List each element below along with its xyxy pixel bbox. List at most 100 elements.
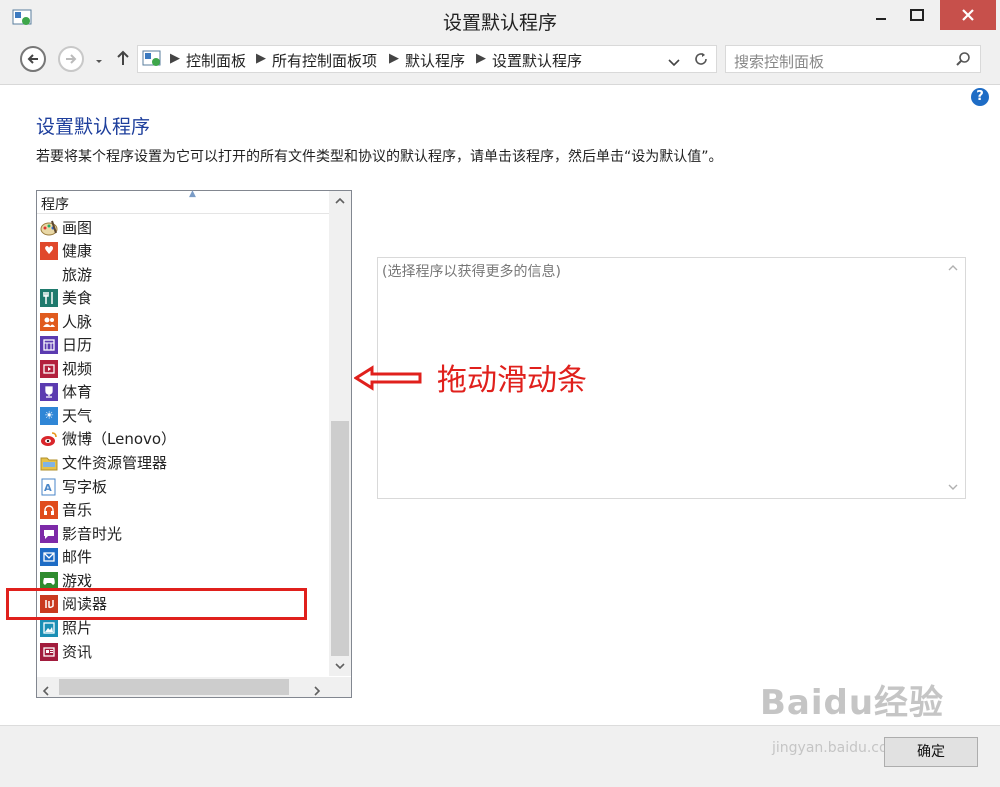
list-item-people[interactable]: 人脉: [40, 310, 325, 333]
list-item-media-time[interactable]: 影音时光: [40, 522, 325, 545]
scroll-left-arrow-icon[interactable]: [41, 682, 51, 701]
list-item-label: 健康: [62, 242, 93, 260]
list-item-news[interactable]: 资讯: [40, 640, 325, 663]
media-icon: [40, 524, 58, 543]
list-item-label: 日历: [62, 336, 93, 354]
list-item-wordpad[interactable]: A 写字板: [40, 475, 325, 498]
window-title: 设置默认程序: [442, 12, 557, 34]
list-item-food[interactable]: 美食: [40, 286, 325, 309]
list-item-label: 旅游: [62, 266, 93, 284]
list-item-label: 文件资源管理器: [62, 454, 168, 472]
breadcrumb-separator-icon: ▶: [170, 51, 180, 66]
annotation-label: 拖动滑动条: [437, 363, 587, 398]
list-item-weibo[interactable]: 微博（Lenovo）: [40, 427, 325, 450]
sun-icon: ☀: [40, 406, 58, 425]
program-column-label[interactable]: 程序: [41, 194, 69, 214]
wordpad-icon: A: [40, 478, 58, 496]
list-item-sports[interactable]: 体育: [40, 380, 325, 403]
search-input[interactable]: 搜索控制面板: [734, 51, 824, 72]
svg-text:A: A: [44, 483, 52, 494]
page-description: 若要将某个程序设置为它可以打开的所有文件类型和协议的默认程序，请单击该程序，然后…: [36, 149, 723, 165]
address-dropdown-button[interactable]: [668, 53, 680, 72]
video-icon: [40, 359, 58, 378]
breadcrumb-separator-icon: ▶: [256, 51, 266, 66]
photos-icon: [40, 618, 58, 637]
calendar-icon: [40, 335, 58, 354]
list-item-weather[interactable]: ☀ 天气: [40, 404, 325, 427]
breadcrumb-control-panel[interactable]: 控制面板: [186, 50, 246, 71]
list-item-file-explorer[interactable]: 文件资源管理器: [40, 451, 325, 474]
list-item-label: 微博（Lenovo）: [62, 430, 177, 448]
program-info-placeholder: (选择程序以获得更多的信息): [382, 264, 561, 280]
refresh-button[interactable]: [693, 51, 709, 71]
trophy-icon: [40, 382, 58, 401]
address-control-panel-icon: [142, 50, 162, 72]
back-button[interactable]: [20, 46, 46, 72]
list-item-video[interactable]: 视频: [40, 357, 325, 380]
breadcrumb-default-programs[interactable]: 默认程序: [405, 50, 465, 71]
breadcrumb-all-items[interactable]: 所有控制面板项: [272, 50, 377, 71]
recent-locations-dropdown[interactable]: [94, 51, 104, 70]
forward-arrow-icon: [66, 54, 77, 64]
paint-icon: [40, 219, 58, 237]
forward-button[interactable]: [58, 46, 84, 72]
close-button[interactable]: [940, 0, 996, 30]
breadcrumb-separator-icon: ▶: [389, 51, 399, 66]
chevron-down-icon: [668, 59, 680, 67]
list-item-label: 邮件: [62, 548, 93, 566]
refresh-icon: [695, 53, 707, 65]
watermark-url: jingyan.baidu.com: [772, 740, 902, 756]
page-title: 设置默认程序: [36, 116, 151, 138]
blank-icon: [40, 266, 58, 284]
info-scroll-up-arrow-icon: [947, 263, 959, 276]
list-item-label: 画图: [62, 219, 93, 237]
help-icon[interactable]: ?: [971, 88, 989, 106]
scrollbar-corner: [329, 677, 351, 697]
scroll-right-arrow-icon[interactable]: [312, 682, 322, 701]
list-item-label: 照片: [62, 619, 93, 637]
dialog-footer: [0, 725, 1000, 787]
list-item-label: 人脉: [62, 313, 93, 331]
people-icon: [40, 312, 58, 331]
list-item-label: 美食: [62, 289, 93, 307]
annotation-arrow-icon: [353, 365, 424, 395]
up-arrow-icon: [117, 50, 129, 65]
list-item-label: 天气: [62, 407, 93, 425]
breadcrumb-separator-icon: ▶: [476, 51, 486, 66]
food-icon: [40, 288, 58, 307]
maximize-button[interactable]: [894, 0, 940, 30]
list-item-paint[interactable]: 画图: [40, 216, 325, 239]
list-item-label: 体育: [62, 383, 93, 401]
sort-ascending-icon: ▲: [189, 189, 196, 199]
search-icon[interactable]: [955, 51, 971, 71]
weibo-icon: [40, 430, 58, 448]
list-vertical-scroll-thumb[interactable]: [331, 421, 349, 656]
list-item-label: 资讯: [62, 643, 93, 661]
breadcrumb-set-default-programs[interactable]: 设置默认程序: [492, 50, 582, 71]
list-horizontal-scroll-thumb[interactable]: [59, 679, 289, 695]
news-icon: [40, 642, 58, 661]
watermark-logo: Baidu经验: [760, 683, 945, 723]
list-item-mail[interactable]: 邮件: [40, 545, 325, 568]
info-scroll-down-arrow-icon: [947, 482, 959, 495]
health-icon: ♥: [40, 241, 58, 260]
program-list-header[interactable]: [37, 191, 329, 214]
list-item-calendar[interactable]: 日历: [40, 333, 325, 356]
list-item-label: 写字板: [62, 478, 108, 496]
gamepad-icon: [40, 571, 58, 590]
scroll-down-arrow-icon[interactable]: [334, 660, 346, 674]
back-arrow-icon: [27, 54, 38, 64]
annotation-highlight-box: [6, 588, 307, 620]
scroll-up-arrow-icon[interactable]: [334, 195, 346, 209]
ok-button[interactable]: 确定: [884, 737, 978, 767]
list-item-label: 影音时光: [62, 525, 123, 543]
close-icon: [962, 9, 974, 21]
list-item-music[interactable]: 音乐: [40, 498, 325, 521]
mail-icon: [40, 547, 58, 566]
list-item-label: 音乐: [62, 501, 93, 519]
list-item-health[interactable]: ♥ 健康: [40, 239, 325, 262]
up-button[interactable]: [115, 49, 131, 71]
folder-icon: [40, 454, 58, 472]
list-item-travel[interactable]: 旅游: [40, 263, 325, 286]
list-item-label: 视频: [62, 360, 93, 378]
